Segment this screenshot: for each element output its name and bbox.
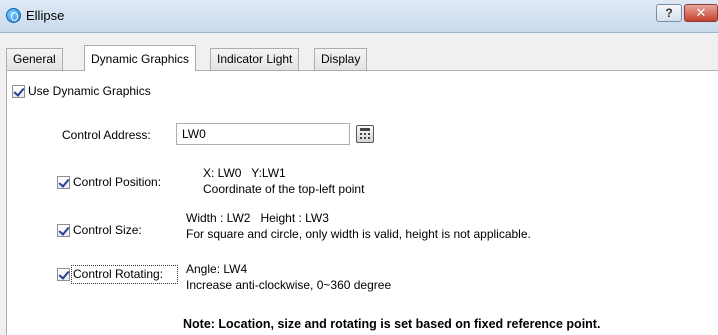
reference-point-note: Note: Location, size and rotating is set… (183, 317, 601, 331)
app-icon (6, 8, 21, 23)
control-size-value: Width : LW2 Height : LW3 (186, 211, 329, 225)
window-title: Ellipse (26, 8, 65, 23)
control-address-label: Control Address: (62, 128, 151, 142)
title-bar: Ellipse ? ✕ (0, 0, 718, 33)
help-button[interactable]: ? (656, 4, 682, 22)
control-size-hint: For square and circle, only width is val… (186, 227, 531, 241)
calculator-icon[interactable] (356, 125, 374, 143)
control-rotating-label: Control Rotating: (73, 267, 164, 281)
control-address-input[interactable]: LW0 (176, 123, 350, 145)
tab-display[interactable]: Display (314, 48, 368, 70)
control-rotating-value: Angle: LW4 (186, 262, 248, 276)
control-size-label: Control Size: (73, 223, 142, 237)
use-dynamic-graphics-checkbox[interactable] (12, 85, 25, 98)
control-position-value: X: LW0 Y:LW1 (203, 166, 286, 180)
control-rotating-checkbox[interactable] (57, 268, 70, 281)
control-size-checkbox[interactable] (57, 224, 70, 237)
close-button[interactable]: ✕ (684, 4, 718, 22)
control-position-hint: Coordinate of the top-left point (203, 182, 365, 196)
dynamic-graphics-panel (6, 70, 718, 335)
use-dynamic-graphics-label: Use Dynamic Graphics (28, 84, 151, 98)
tab-dynamic-graphics[interactable]: Dynamic Graphics (84, 45, 197, 71)
control-rotating-hint: Increase anti-clockwise, 0~360 degree (186, 278, 392, 292)
tab-general[interactable]: General (6, 48, 63, 70)
control-position-checkbox[interactable] (57, 176, 70, 189)
control-position-label: Control Position: (73, 175, 162, 189)
tab-indicator-light[interactable]: Indicator Light (210, 48, 300, 70)
